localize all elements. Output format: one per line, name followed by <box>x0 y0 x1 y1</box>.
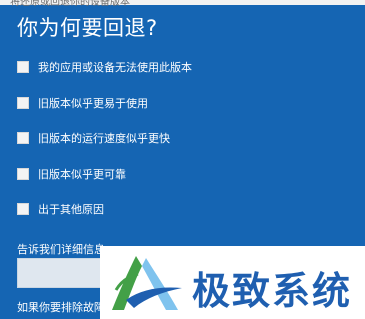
details-label: 告诉我们详细信息 <box>17 243 105 256</box>
reason-option-reliable[interactable]: 旧版本似乎更可靠 <box>17 165 192 183</box>
reason-label: 我的应用或设备无法使用此版本 <box>38 61 192 74</box>
watermark: 极致系统 <box>100 246 365 319</box>
reason-option-other[interactable]: 出于其他原因 <box>17 200 192 218</box>
reason-label: 旧版本的运行速度似乎更快 <box>38 132 170 145</box>
top-strip: 将还原或回退你的设备版本 <box>0 0 365 8</box>
reason-list: 我的应用或设备无法使用此版本 旧版本似乎更易于使用 旧版本的运行速度似乎更快 旧… <box>17 58 192 236</box>
help-text: 如果你要排除故障 <box>17 301 105 314</box>
reason-label: 旧版本似乎更可靠 <box>38 167 126 181</box>
reason-checkbox[interactable] <box>17 203 29 215</box>
reason-checkbox[interactable] <box>17 167 29 180</box>
reason-label: 旧版本似乎更易于使用 <box>38 96 148 110</box>
reason-checkbox[interactable] <box>17 132 29 144</box>
reason-checkbox[interactable] <box>17 96 29 109</box>
reason-checkbox[interactable] <box>17 61 29 73</box>
reason-option-app-incompatible[interactable]: 我的应用或设备无法使用此版本 <box>17 58 192 76</box>
reason-option-easier[interactable]: 旧版本似乎更易于使用 <box>17 94 192 112</box>
page-title: 你为何要回退? <box>17 16 158 40</box>
reason-label: 出于其他原因 <box>38 203 104 216</box>
reason-option-faster[interactable]: 旧版本的运行速度似乎更快 <box>17 129 192 147</box>
partial-top-text: 将还原或回退你的设备版本 <box>10 0 130 8</box>
brand-name: 极致系统 <box>192 268 353 313</box>
brand-logo-icon <box>112 256 182 310</box>
